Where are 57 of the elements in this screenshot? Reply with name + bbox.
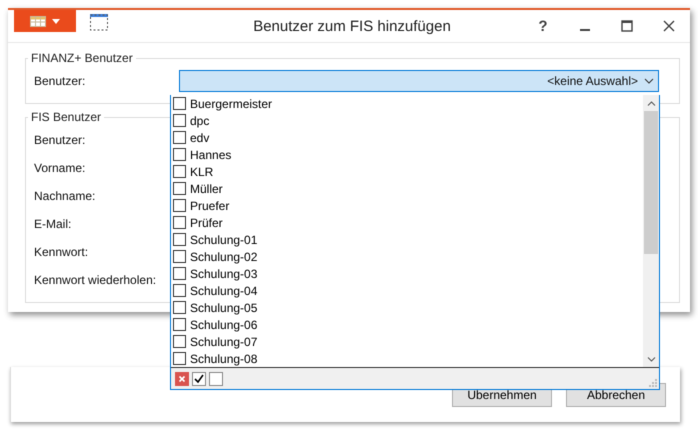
field-label: Kennwort wiederholen: [34, 273, 158, 287]
close-icon [663, 20, 675, 32]
checkbox[interactable] [173, 199, 186, 212]
list-item[interactable]: Prüfer [171, 214, 643, 231]
help-button[interactable]: ? [522, 11, 564, 41]
caret-icon [52, 18, 60, 24]
checkbox[interactable] [173, 352, 186, 365]
checkbox[interactable] [173, 250, 186, 263]
field-label: Benutzer: [34, 74, 86, 88]
scroll-down-icon[interactable] [646, 356, 656, 362]
window-title: Benutzer zum FIS hinzufügen [252, 18, 452, 34]
list-item[interactable]: Schulung-03 [171, 265, 643, 282]
list-item[interactable]: Schulung-02 [171, 248, 643, 265]
clear-icon[interactable] [175, 372, 189, 386]
list-item[interactable]: Schulung-06 [171, 316, 643, 333]
list-item[interactable]: KLR [171, 163, 643, 180]
app-menu-button[interactable] [14, 10, 76, 32]
checkbox[interactable] [173, 335, 186, 348]
list-item[interactable]: Pruefer [171, 197, 643, 214]
checkbox[interactable] [173, 267, 186, 280]
list-item[interactable]: Schulung-01 [171, 231, 643, 248]
list-item[interactable]: Schulung-08 [171, 350, 643, 367]
checkbox[interactable] [173, 131, 186, 144]
checkbox[interactable] [173, 216, 186, 229]
list-item[interactable]: edv [171, 129, 643, 146]
group-title: FINANZ+ Benutzer [30, 51, 134, 65]
check-all-icon[interactable] [192, 372, 206, 386]
list-item[interactable]: Schulung-04 [171, 282, 643, 299]
list-item[interactable]: Hannes [171, 146, 643, 163]
minimize-icon [580, 29, 590, 31]
maximize-icon [621, 20, 633, 32]
checkbox[interactable] [173, 165, 186, 178]
checkbox[interactable] [173, 148, 186, 161]
scroll-up-icon[interactable] [646, 100, 656, 106]
checkbox[interactable] [173, 114, 186, 127]
field-label: Benutzer: [34, 133, 86, 147]
list-item[interactable]: dpc [171, 112, 643, 129]
scrollbar[interactable] [643, 95, 659, 367]
resize-grip-icon[interactable] [649, 379, 657, 387]
field-label: Nachname: [34, 189, 96, 203]
uncheck-all-icon[interactable] [209, 372, 223, 386]
list-item[interactable]: Schulung-07 [171, 333, 643, 350]
field-label: Kennwort: [34, 245, 90, 259]
checkbox[interactable] [173, 182, 186, 195]
checkbox[interactable] [173, 284, 186, 297]
list-item[interactable]: Müller [171, 180, 643, 197]
table-icon [30, 16, 46, 26]
list-item[interactable]: Schulung-05 [171, 299, 643, 316]
list-item[interactable]: Buergermeister [171, 95, 643, 112]
checkbox[interactable] [173, 318, 186, 331]
checkbox[interactable] [173, 97, 186, 110]
field-label: Vorname: [34, 161, 86, 175]
user-combo-box[interactable]: <keine Auswahl> [179, 70, 659, 92]
field-label: E-Mail: [34, 217, 72, 231]
checkbox[interactable] [173, 233, 186, 246]
checkbox[interactable] [173, 301, 186, 314]
group-title: FIS Benutzer [30, 110, 102, 124]
